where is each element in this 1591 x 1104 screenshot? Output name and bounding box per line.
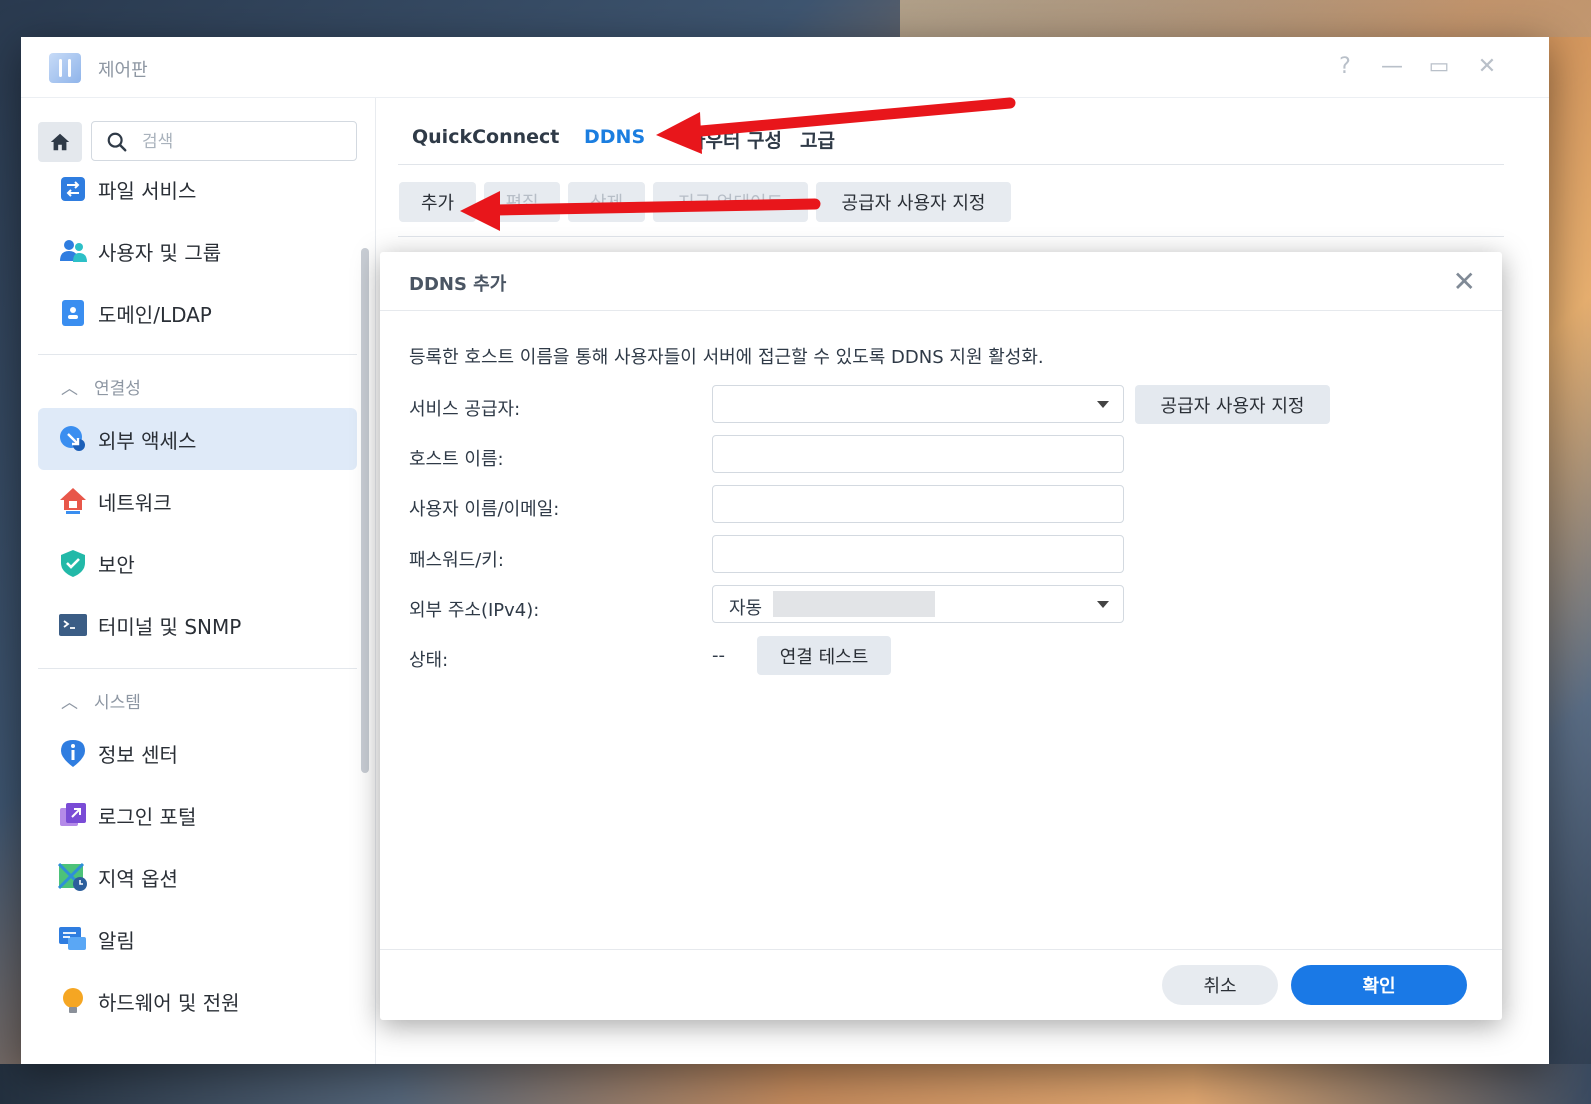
sidebar-item-label: 사용자 및 그룹 <box>98 240 222 265</box>
hostname-label: 호스트 이름: <box>409 449 504 470</box>
provider-select[interactable] <box>712 385 1124 423</box>
update-now-button[interactable]: 지금 업데이트 <box>653 182 808 222</box>
external-address-value: 자동 <box>729 598 763 619</box>
dialog-footer: 취소 확인 <box>380 949 1502 1020</box>
sidebar-item-label: 하드웨어 및 전원 <box>98 990 240 1015</box>
external-address-label: 외부 주소(IPv4): <box>409 600 540 621</box>
status-value: -- <box>712 645 725 666</box>
sidebar-item-label: 지역 옵션 <box>98 866 178 891</box>
sidebar-item-external-access[interactable]: 외부 액세스 <box>38 408 357 470</box>
control-panel-app-icon <box>49 53 81 83</box>
window-title: 제어판 <box>98 60 148 81</box>
sidebar-item-label: 알림 <box>98 928 135 953</box>
minimize-icon[interactable]: — <box>1378 53 1406 81</box>
sidebar-item-label: 정보 센터 <box>98 742 178 767</box>
sidebar-item-info-center[interactable]: 정보 센터 <box>38 722 357 784</box>
sidebar-item-label: 도메인/LDAP <box>98 302 212 327</box>
customize-provider-button[interactable]: 공급자 사용자 지정 <box>816 182 1011 222</box>
external-access-icon <box>60 426 85 451</box>
sidebar-divider <box>38 668 357 669</box>
tab-quickconnect[interactable]: QuickConnect <box>412 126 559 148</box>
sidebar-item-users-groups[interactable]: 사용자 및 그룹 <box>38 220 357 282</box>
title-bar: 제어판 ? — ▭ ✕ <box>21 37 1549 98</box>
add-button[interactable]: 추가 <box>399 182 476 222</box>
tab-bar: QuickConnect DDNS 라우터 구성 고급 <box>398 98 1504 165</box>
sidebar-item-login-portal[interactable]: 로그인 포털 <box>38 784 357 846</box>
ddns-add-dialog: DDNS 추가 ✕ 등록한 호스트 이름을 통해 사용자들이 서버에 접근할 수… <box>380 252 1502 1020</box>
section-header-system[interactable]: ︿ 시스템 <box>61 688 141 713</box>
dialog-close-icon[interactable]: ✕ <box>1453 265 1476 298</box>
regional-options-icon <box>58 862 87 891</box>
ok-button[interactable]: 확인 <box>1291 965 1467 1005</box>
home-icon <box>50 133 70 151</box>
edit-button[interactable]: 편집 <box>484 182 560 222</box>
maximize-icon[interactable]: ▭ <box>1425 53 1453 81</box>
info-center-icon <box>61 740 85 767</box>
sidebar-item-domain-ldap[interactable]: 도메인/LDAP <box>38 282 357 344</box>
network-icon <box>60 488 86 514</box>
sidebar-item-label: 외부 액세스 <box>98 428 197 453</box>
close-icon[interactable]: ✕ <box>1473 53 1501 81</box>
dialog-header: DDNS 추가 ✕ <box>380 252 1502 311</box>
sidebar-item-label: 보안 <box>98 552 135 577</box>
terminal-icon <box>59 614 87 636</box>
tab-ddns[interactable]: DDNS <box>584 126 645 148</box>
redacted-ip <box>773 591 935 617</box>
domain-ldap-icon <box>62 300 84 326</box>
home-button[interactable] <box>38 122 82 162</box>
username-label: 사용자 이름/이메일: <box>409 499 560 520</box>
password-field[interactable] <box>712 535 1124 573</box>
search-box[interactable] <box>91 121 357 161</box>
sidebar: 파일 서비스 사용자 및 그룹 도메인/LDAP ︿ 연결성 외부 액세스 네트워… <box>21 98 376 1064</box>
search-input[interactable] <box>140 128 344 156</box>
username-field[interactable] <box>712 485 1124 523</box>
file-services-icon <box>61 177 85 201</box>
security-shield-icon <box>61 550 85 577</box>
status-label: 상태: <box>409 650 449 671</box>
hostname-field[interactable] <box>712 435 1124 473</box>
sidebar-item-label: 네트워크 <box>98 490 172 515</box>
test-connection-button[interactable]: 연결 테스트 <box>757 636 891 675</box>
section-label: 시스템 <box>94 693 141 713</box>
sidebar-item-network[interactable]: 네트워크 <box>38 470 357 532</box>
sidebar-item-label: 로그인 포털 <box>98 804 197 829</box>
login-portal-icon <box>60 803 86 826</box>
password-label: 패스워드/키: <box>409 550 504 571</box>
chevron-up-icon: ︿ <box>61 379 78 399</box>
hardware-power-icon <box>63 988 83 1013</box>
dropdown-arrow-icon <box>1097 601 1109 608</box>
hostname-input[interactable] <box>713 436 1123 472</box>
notification-icon <box>59 927 86 950</box>
search-icon <box>107 132 127 152</box>
sidebar-item-security[interactable]: 보안 <box>38 532 357 594</box>
dropdown-arrow-icon <box>1097 401 1109 408</box>
tab-router-config[interactable]: 라우터 구성 <box>688 126 782 153</box>
password-input[interactable] <box>713 536 1123 572</box>
external-address-select[interactable]: 자동 <box>712 585 1124 623</box>
sidebar-item-regional-options[interactable]: 지역 옵션 <box>38 846 357 908</box>
provider-label: 서비스 공급자: <box>409 399 521 420</box>
dialog-customize-provider-button[interactable]: 공급자 사용자 지정 <box>1135 385 1330 424</box>
tab-advanced[interactable]: 고급 <box>800 126 835 153</box>
sidebar-item-label: 터미널 및 SNMP <box>98 614 242 639</box>
sidebar-scrollbar[interactable] <box>361 248 369 773</box>
users-groups-icon <box>60 240 87 262</box>
sidebar-item-hardware-power[interactable]: 하드웨어 및 전원 <box>38 970 357 1032</box>
username-input[interactable] <box>713 486 1123 522</box>
section-label: 연결성 <box>94 379 141 399</box>
sidebar-item-file-services[interactable]: 파일 서비스 <box>38 158 357 220</box>
delete-button[interactable]: 삭제 <box>568 182 645 222</box>
section-header-connectivity[interactable]: ︿ 연결성 <box>61 374 141 399</box>
sidebar-item-notification[interactable]: 알림 <box>38 908 357 970</box>
dialog-title: DDNS 추가 <box>409 274 507 295</box>
sidebar-item-label: 파일 서비스 <box>98 178 197 203</box>
help-icon[interactable]: ? <box>1331 53 1359 81</box>
chevron-up-icon: ︿ <box>61 693 78 713</box>
sidebar-divider <box>38 354 357 355</box>
cancel-button[interactable]: 취소 <box>1162 965 1278 1005</box>
dialog-description: 등록한 호스트 이름을 통해 사용자들이 서버에 접근할 수 있도록 DDNS … <box>409 347 1044 368</box>
sidebar-item-terminal-snmp[interactable]: 터미널 및 SNMP <box>38 594 357 656</box>
